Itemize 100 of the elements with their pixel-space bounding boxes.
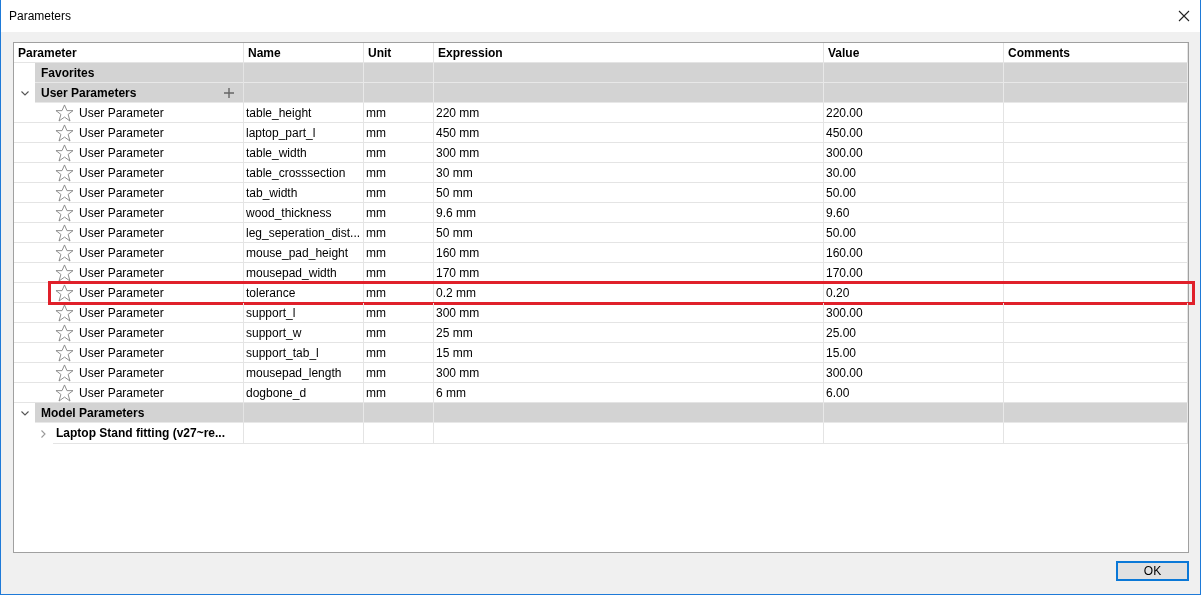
group-row-cell — [364, 83, 434, 103]
expression-field[interactable]: 25 mm — [434, 323, 824, 343]
table-cell: mm — [364, 363, 434, 383]
parameter-type: User Parameter — [79, 105, 164, 120]
add-icon[interactable] — [224, 87, 234, 98]
star-icon[interactable] — [55, 363, 74, 382]
star-icon[interactable] — [55, 323, 74, 342]
star-icon[interactable] — [55, 103, 74, 122]
chevron-down-icon[interactable] — [21, 409, 29, 417]
group-header[interactable]: User Parameters — [35, 83, 243, 103]
table-cell: mm — [364, 323, 434, 343]
table-cell: mm — [364, 183, 434, 203]
star-icon[interactable] — [55, 183, 74, 202]
table-cell: mm — [364, 143, 434, 163]
table-cell: mousepad_width — [244, 263, 364, 283]
parameter-type: User Parameter — [79, 385, 164, 400]
table-cell: mm — [364, 103, 434, 123]
table-cell: 50.00 — [824, 223, 1004, 243]
expression-field[interactable]: 170 mm — [434, 263, 824, 283]
table-cell: table_height — [244, 103, 364, 123]
table-cell: 160.00 — [824, 243, 1004, 263]
parameter-type: User Parameter — [79, 165, 164, 180]
table-cell: mouse_pad_height — [244, 243, 364, 263]
table-cell: support_l — [244, 303, 364, 323]
parameter-type: User Parameter — [79, 285, 164, 300]
expression-field[interactable]: 220 mm — [434, 103, 824, 123]
expression-field[interactable]: 15 mm — [434, 343, 824, 363]
expression-field[interactable]: 300 mm — [434, 363, 824, 383]
table-cell: mm — [364, 243, 434, 263]
expression-field[interactable]: 9.6 mm — [434, 203, 824, 223]
table-cell: mm — [364, 123, 434, 143]
parameter-type: User Parameter — [79, 245, 164, 260]
group-header[interactable]: Model Parameters — [35, 403, 243, 423]
window-title: Parameters — [9, 9, 72, 23]
star-icon[interactable] — [55, 343, 74, 362]
table-cell: mm — [364, 203, 434, 223]
table-cell: 220.00 — [824, 103, 1004, 123]
table-cell: tab_width — [244, 183, 364, 203]
parameter-type: User Parameter — [79, 325, 164, 340]
table-cell: mm — [364, 303, 434, 323]
table-cell: table_width — [244, 143, 364, 163]
table-cell: table_crosssection — [244, 163, 364, 183]
table-cell: 300.00 — [824, 303, 1004, 323]
table-cell: leg_seperation_dist... — [244, 223, 364, 243]
parameter-type: User Parameter — [79, 225, 164, 240]
star-icon[interactable] — [55, 283, 74, 302]
table-cell: tolerance — [244, 283, 364, 303]
star-icon[interactable] — [55, 223, 74, 242]
star-icon[interactable] — [55, 303, 74, 322]
parameter-type: User Parameter — [79, 145, 164, 160]
table-cell: mm — [364, 263, 434, 283]
close-icon[interactable] — [1178, 10, 1190, 22]
group-header[interactable]: Favorites — [35, 63, 243, 83]
parameter-type: User Parameter — [79, 345, 164, 360]
parameter-type: User Parameter — [79, 205, 164, 220]
table-cell: 15.00 — [824, 343, 1004, 363]
expression-field[interactable]: 50 mm — [434, 223, 824, 243]
star-icon[interactable] — [55, 203, 74, 222]
table-cell: support_w — [244, 323, 364, 343]
parameter-type: User Parameter — [79, 265, 164, 280]
chevron-down-icon[interactable] — [21, 89, 29, 97]
expression-field[interactable]: 300 mm — [434, 143, 824, 163]
star-icon[interactable] — [55, 123, 74, 142]
star-icon[interactable] — [55, 243, 74, 262]
table-cell: 170.00 — [824, 263, 1004, 283]
expression-field[interactable]: 160 mm — [434, 243, 824, 263]
table-cell — [364, 423, 434, 444]
table-cell: 450.00 — [824, 123, 1004, 143]
ok-button[interactable]: OK — [1116, 561, 1189, 581]
table-cell: mm — [364, 163, 434, 183]
table-cell: mm — [364, 223, 434, 243]
expression-field[interactable]: 30 mm — [434, 163, 824, 183]
parameter-type: User Parameter — [79, 125, 164, 140]
parameter-type: User Parameter — [79, 365, 164, 380]
table-cell: wood_thickness — [244, 203, 364, 223]
table-cell: mousepad_length — [244, 363, 364, 383]
table-cell: 0.20 — [824, 283, 1004, 303]
expression-field[interactable]: 450 mm — [434, 123, 824, 143]
chevron-right-icon[interactable] — [39, 429, 47, 438]
table-cell: laptop_part_l — [244, 123, 364, 143]
star-icon[interactable] — [55, 263, 74, 282]
expression-field[interactable]: 300 mm — [434, 303, 824, 323]
table-cell: 50.00 — [824, 183, 1004, 203]
table-cell: mm — [364, 343, 434, 363]
expression-field[interactable]: 50 mm — [434, 183, 824, 203]
star-icon[interactable] — [55, 143, 74, 162]
table-cell: 25.00 — [824, 323, 1004, 343]
star-icon[interactable] — [55, 163, 74, 182]
component-label[interactable]: Laptop Stand fitting (v27~re... — [53, 423, 243, 444]
parameter-type: User Parameter — [79, 185, 164, 200]
table-cell: 300.00 — [824, 143, 1004, 163]
group-row-cell — [364, 63, 434, 83]
star-icon[interactable] — [55, 383, 74, 402]
table-cell: mm — [364, 283, 434, 303]
table-cell: support_tab_l — [244, 343, 364, 363]
parameter-type: User Parameter — [79, 305, 164, 320]
group-row-cell — [364, 403, 434, 423]
table-cell: 30.00 — [824, 163, 1004, 183]
table-cell: 300.00 — [824, 363, 1004, 383]
expression-field[interactable]: 0.2 mm — [434, 283, 824, 303]
